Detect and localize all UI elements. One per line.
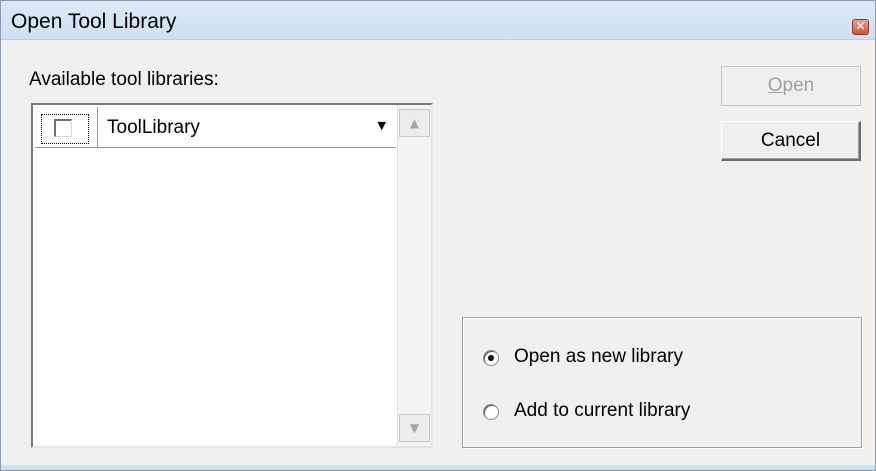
scroll-up-icon[interactable]: ▲ [399,109,430,137]
tool-library-list[interactable]: ToolLibrary ▼ ▲ ▼ [31,103,433,448]
dialog-title: Open Tool Library [11,10,177,33]
library-name: ToolLibrary [107,117,200,138]
library-checkbox[interactable] [54,119,72,137]
dialog-window: Open Tool Library ✕ Available tool libra… [0,0,876,471]
open-mode-group: Open as new library Add to current libra… [462,317,862,448]
dropdown-arrow-icon[interactable]: ▼ [378,119,386,132]
radio-button-open-as-new[interactable] [483,350,499,366]
open-button-mnemonic: O [767,75,783,96]
window-bottom-border [1,465,875,470]
close-icon[interactable]: ✕ [852,19,869,35]
open-button[interactable]: Open [721,66,861,106]
focus-rectangle [41,114,89,144]
radio-selected-dot [488,355,494,361]
list-item[interactable]: ToolLibrary ▼ [35,107,396,148]
open-button-label: pen [782,75,815,96]
radio-label-add-to-current[interactable]: Add to current library [514,400,690,422]
cancel-button[interactable]: Cancel [721,121,861,161]
scroll-down-icon[interactable]: ▼ [399,414,430,442]
title-bar[interactable]: Open Tool Library ✕ [1,1,875,40]
checkbox-cell [35,107,98,147]
available-libraries-label: Available tool libraries: [29,69,219,90]
radio-label-open-as-new[interactable]: Open as new library [514,346,683,368]
vertical-scrollbar[interactable]: ▲ ▼ [397,105,431,446]
radio-button-add-to-current[interactable] [483,404,499,420]
